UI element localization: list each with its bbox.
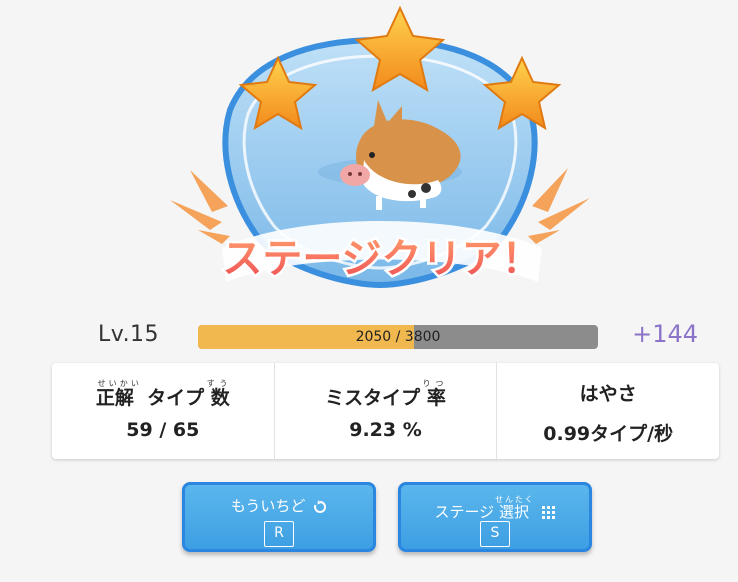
stage-select-label: ステージ <box>434 503 495 521</box>
stat-value: 0.99タイプ/秒 <box>543 423 674 445</box>
retry-button-label: もういちど <box>230 497 306 515</box>
xp-gain: +144 <box>632 320 698 348</box>
retry-icon <box>314 499 327 513</box>
retry-shortcut-key: R <box>264 521 294 547</box>
level-label: Lv.15 <box>98 322 160 347</box>
stat-title: 正解 せいかい タイプ 数 すう <box>95 379 230 409</box>
stat-correct-types: 正解 せいかい タイプ 数 すう 59 / 65 <box>52 363 274 459</box>
stat-miss-rate: ミスタイプ 率 りつ 9.23 % <box>273 363 497 459</box>
stats-panel: 正解 せいかい タイプ 数 すう 59 / 65 ミスタイプ 率 りつ 9.23… <box>52 363 719 459</box>
stat-value: 9.23 % <box>349 419 422 441</box>
stat-speed: はやさ 0.99タイプ/秒 <box>496 363 719 459</box>
level-row: Lv.15 2050 / 3800 +144 <box>98 320 698 354</box>
stage-select-button[interactable]: ステージ 選択 せんたく S <box>398 482 592 552</box>
banner-text: ステージクリア！ <box>222 236 541 282</box>
stage-clear-badge: ステージクリア！ <box>150 0 610 300</box>
stage-select-shortcut-key: S <box>480 521 510 547</box>
stat-value: 59 / 65 <box>126 419 200 441</box>
grid-icon <box>541 505 555 519</box>
retry-button[interactable]: もういちど R <box>182 482 376 552</box>
xp-progress-bar: 2050 / 3800 <box>198 325 598 349</box>
stat-title: ミスタイプ 率 りつ <box>325 379 446 409</box>
stat-title: はやさ <box>579 383 637 405</box>
xp-progress-text: 2050 / 3800 <box>355 329 441 345</box>
